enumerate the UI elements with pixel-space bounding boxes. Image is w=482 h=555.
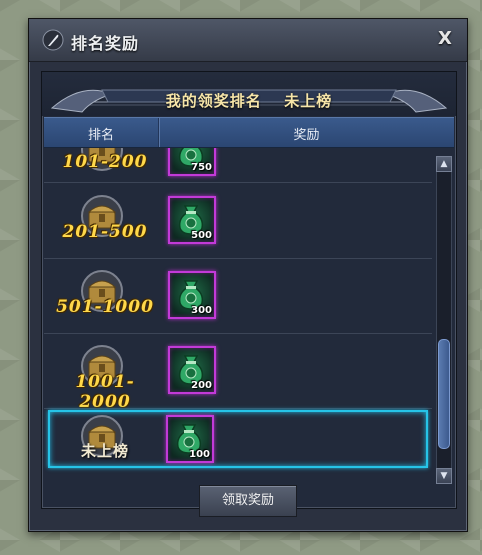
column-header-reward: 奖励 bbox=[293, 128, 320, 143]
rank-range: 101-200 bbox=[62, 152, 148, 172]
table-row[interactable]: 1001-2000 200 bbox=[44, 334, 432, 412]
my-rank-banner: 我的领奖排名 未上榜 bbox=[42, 72, 456, 116]
reward-quantity: 200 bbox=[191, 380, 212, 391]
feather-icon bbox=[42, 29, 64, 51]
reward-quantity: 500 bbox=[191, 230, 212, 241]
reward-item-slot[interactable]: 200 bbox=[168, 346, 216, 394]
reward-quantity: 100 bbox=[189, 449, 210, 460]
scroll-thumb[interactable] bbox=[438, 339, 450, 449]
reward-item-slot[interactable]: 500 bbox=[168, 196, 216, 244]
reward-list[interactable]: 101-200 750 201-500 500 501-1000 300 100… bbox=[44, 148, 432, 488]
my-rank-label: 我的领奖排名 bbox=[165, 92, 262, 110]
scroll-up-button[interactable]: ▲ bbox=[436, 156, 452, 172]
reward-item-slot[interactable]: 300 bbox=[168, 271, 216, 319]
reward-item-slot[interactable]: 100 bbox=[166, 415, 214, 463]
my-rank-value: 未上榜 bbox=[284, 92, 333, 110]
close-button[interactable]: X bbox=[433, 27, 457, 51]
scroll-down-button[interactable]: ▼ bbox=[436, 468, 452, 484]
table-row[interactable]: 101-200 750 bbox=[44, 148, 432, 183]
reward-quantity: 300 bbox=[191, 305, 212, 316]
title-bar[interactable]: 排名奖励 X bbox=[29, 19, 467, 62]
table-header: 排名 奖励 bbox=[44, 117, 454, 148]
rank-range: 1001-2000 bbox=[75, 372, 135, 412]
rank-range: 201-500 bbox=[62, 222, 148, 242]
column-header-rank: 排名 bbox=[87, 128, 114, 143]
table-row[interactable]: 201-500 500 bbox=[44, 184, 432, 259]
window-title: 排名奖励 bbox=[71, 34, 140, 53]
my-rank-text: 我的领奖排名 未上榜 bbox=[42, 90, 456, 111]
table-row[interactable]: 501-1000 300 bbox=[44, 259, 432, 334]
reward-quantity: 750 bbox=[191, 162, 212, 173]
scrollbar[interactable]: ▲ ▼ bbox=[436, 156, 452, 484]
table-row-selected[interactable]: 未上榜 100 bbox=[48, 410, 428, 468]
rank-range: 未上榜 bbox=[80, 442, 129, 460]
rank-range: 501-1000 bbox=[56, 297, 154, 317]
reward-item-slot[interactable]: 750 bbox=[168, 148, 216, 176]
ranking-reward-window: 排名奖励 X 我的领奖排名 未上榜 排名 奖励 101-200 750 201-… bbox=[28, 18, 468, 532]
claim-reward-button[interactable]: 领取奖励 bbox=[199, 485, 297, 517]
reward-panel: 我的领奖排名 未上榜 排名 奖励 101-200 750 201-500 500… bbox=[41, 71, 457, 509]
